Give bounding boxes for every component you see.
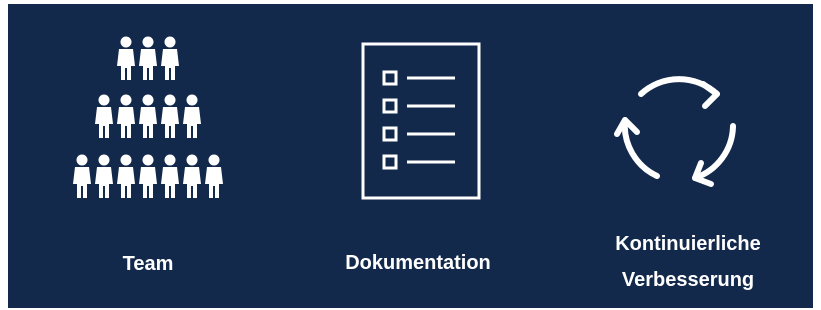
feature-panel: Team Dokumentation Kontinuierliche Verbe… bbox=[8, 4, 813, 308]
feature-team: Team bbox=[58, 4, 238, 308]
continuous-improvement-label-line1: Kontinuierliche bbox=[615, 233, 761, 255]
continuous-improvement-label-line2: Verbesserung bbox=[621, 269, 755, 291]
checklist-document-icon bbox=[361, 42, 481, 200]
circular-arrows-icon bbox=[614, 76, 736, 187]
feature-documentation: Dokumentation bbox=[308, 4, 528, 308]
documentation-label: Dokumentation bbox=[345, 252, 491, 274]
people-pyramid-icon bbox=[73, 36, 223, 198]
feature-continuous-improvement: Kontinuierliche Verbesserung bbox=[578, 4, 798, 308]
team-label: Team bbox=[122, 253, 174, 275]
